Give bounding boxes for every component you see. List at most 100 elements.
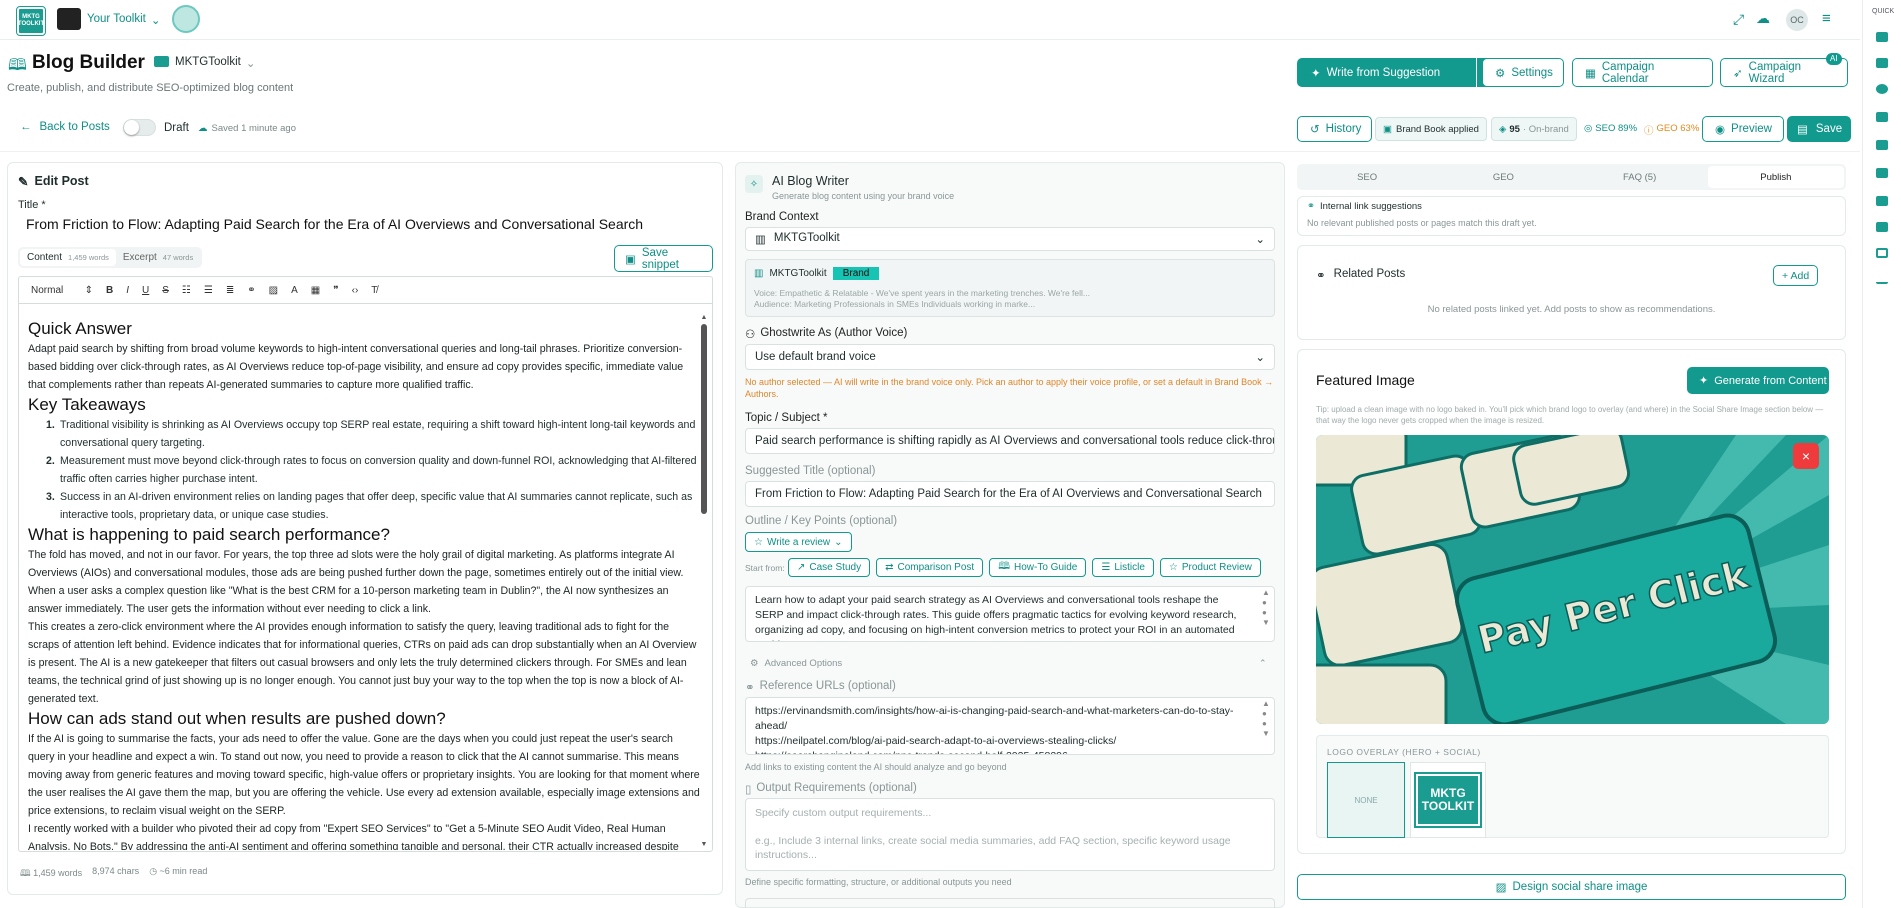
- ghostwrite-note: No author selected — AI will write in th…: [745, 377, 1274, 399]
- edit-icon: ✎: [18, 175, 29, 189]
- settings-button[interactable]: ⚙ Settings: [1482, 58, 1564, 87]
- editor-heading: Quick Answer: [28, 319, 132, 338]
- related-posts-title: ⚭ Related Posts: [1316, 268, 1406, 282]
- mail-list-icon[interactable]: [1876, 222, 1888, 232]
- suggested-title-input[interactable]: From Friction to Flow: Adapting Paid Sea…: [745, 481, 1275, 507]
- hat-icon[interactable]: ☁: [1756, 10, 1770, 27]
- editor-content[interactable]: Quick Answer Adapt paid search by shiftin…: [28, 318, 701, 850]
- title-input[interactable]: From Friction to Flow: Adapting Paid Sea…: [26, 216, 643, 232]
- menu-icon[interactable]: ≡: [1822, 10, 1831, 27]
- tab-publish[interactable]: Publish: [1707, 166, 1844, 188]
- outline-scrollbar[interactable]: ▲ ● ● ▼: [1262, 588, 1270, 628]
- highlight-icon[interactable]: ▦: [311, 285, 320, 296]
- tab-geo[interactable]: GEO: [1435, 166, 1571, 188]
- italic-icon[interactable]: I: [126, 285, 129, 296]
- calendar-icon: ▦: [1585, 67, 1596, 80]
- write-review-button[interactable]: ☆ Write a review ⌄: [745, 532, 852, 552]
- editor-list-item: 3. Success in an AI-driven environment re…: [46, 488, 701, 524]
- ghostwrite-select[interactable]: Use default brand voice ⌄: [745, 344, 1275, 370]
- chevron-down-icon: ⌄: [1255, 352, 1265, 364]
- book-icon[interactable]: [1876, 248, 1888, 258]
- quote-icon[interactable]: ❞: [333, 285, 338, 296]
- chip-comparison-post[interactable]: ⇄ Comparison Post: [876, 558, 984, 577]
- write-from-suggestion-button[interactable]: ✦ Write from Suggestion: [1297, 58, 1476, 87]
- generate-from-content-button[interactable]: ✦ Generate from Content: [1687, 367, 1829, 394]
- output-requirements-label: ▯ Output Requirements (optional): [745, 782, 917, 796]
- logo-option-none[interactable]: NONE: [1327, 762, 1405, 838]
- featured-image-graphic: Pay Per Click: [1316, 435, 1829, 724]
- list-text: Measurement must move beyond click-throu…: [60, 455, 697, 485]
- app-logo[interactable]: MKTG TOOLKIT: [16, 6, 46, 36]
- book-check-icon: ▣: [1383, 123, 1392, 135]
- history-button[interactable]: ↺ History: [1297, 116, 1372, 142]
- brand-context-select[interactable]: ▥ MKTGToolkit ⌄: [745, 227, 1275, 251]
- chip-listicle[interactable]: ☰ Listicle: [1092, 558, 1154, 577]
- image-icon: ▨: [1495, 882, 1507, 894]
- strike-icon[interactable]: S: [162, 285, 169, 296]
- link-icon: ⚭: [1316, 270, 1326, 282]
- bullet-list-icon[interactable]: ☰: [204, 285, 213, 296]
- clear-format-icon[interactable]: T̸: [371, 285, 377, 296]
- bold-icon[interactable]: B: [106, 285, 113, 296]
- expand-icon[interactable]: ⤢: [1733, 11, 1744, 28]
- ref-scrollbar[interactable]: ▲ ● ● ▼: [1262, 699, 1270, 739]
- brain-icon[interactable]: [172, 5, 200, 33]
- image-icon[interactable]: ▨: [269, 285, 278, 296]
- tab-content[interactable]: Content 1,459 words: [20, 249, 116, 266]
- design-social-share-button[interactable]: ▨ Design social share image: [1297, 874, 1846, 900]
- campaign-calendar-button[interactable]: ▦ Campaign Calendar: [1572, 58, 1713, 87]
- brain-icon[interactable]: [1876, 84, 1888, 94]
- seo-score[interactable]: ◎ SEO 89%: [1584, 123, 1637, 134]
- remove-image-button[interactable]: ×: [1793, 443, 1819, 469]
- read-time: ◷ ~6 min read: [149, 866, 208, 876]
- geo-score[interactable]: ⓘ GEO 63%: [1644, 123, 1699, 137]
- scroll-thumb[interactable]: [701, 324, 707, 514]
- save-snippet-button[interactable]: ▣ Save snippet: [614, 245, 713, 272]
- ordered-list-icon[interactable]: ☷: [182, 285, 191, 296]
- tab-seo[interactable]: SEO: [1299, 166, 1435, 188]
- editor-scrollbar[interactable]: ▲ ▼: [700, 314, 708, 848]
- brand-switcher[interactable]: MKTGToolkit ⌄: [175, 56, 255, 70]
- logo-option-mktg[interactable]: MKTG TOOLKIT: [1410, 762, 1486, 838]
- mail-icon[interactable]: [1876, 58, 1888, 68]
- tab-faq[interactable]: FAQ (5): [1572, 166, 1708, 188]
- editor-paragraph: Adapt paid search by shifting from broad…: [28, 343, 684, 391]
- reference-urls-label: ⚭ Reference URLs (optional): [745, 680, 896, 694]
- featured-image[interactable]: Pay Per Click: [1316, 435, 1829, 724]
- ai-writer-subtitle: Generate blog content using your brand v…: [772, 191, 955, 201]
- edit-post-header: ✎ Edit Post: [18, 174, 89, 189]
- toolkit-switcher[interactable]: Your Toolkit ⌄: [87, 13, 160, 27]
- code-icon[interactable]: ‹›: [352, 285, 359, 296]
- chevron-up-icon[interactable]: ⌃: [1259, 658, 1267, 669]
- link-icon[interactable]: ⚭: [247, 285, 255, 296]
- align-icon[interactable]: ≣: [226, 285, 234, 296]
- pen-icon[interactable]: [1876, 274, 1888, 284]
- chip-product-review[interactable]: ☆ Product Review: [1159, 558, 1261, 577]
- mail-icon[interactable]: [1876, 168, 1888, 178]
- avatar[interactable]: OC: [1786, 9, 1808, 31]
- draft-toggle[interactable]: [123, 119, 156, 136]
- preview-button[interactable]: ◉ Preview: [1702, 116, 1784, 142]
- editor-paragraph: The fold has moved, and not in our favor…: [28, 549, 684, 615]
- underline-icon[interactable]: U: [142, 285, 149, 296]
- reference-urls-textarea[interactable]: https://ervinandsmith.com/insights/how-a…: [745, 697, 1275, 755]
- advanced-options-toggle[interactable]: ⚙ Advanced Options: [750, 658, 842, 669]
- chip-how-to-guide[interactable]: 🕮 How-To Guide: [989, 558, 1087, 577]
- output-requirements-textarea[interactable]: Specify custom output requirements... e.g…: [745, 798, 1275, 871]
- tab-excerpt[interactable]: Excerpt 47 words: [116, 249, 200, 266]
- topic-input[interactable]: Paid search performance is shifting rapi…: [745, 428, 1275, 454]
- format-select[interactable]: Normal ⇕: [31, 285, 93, 296]
- chip-case-study[interactable]: ↗ Case Study: [788, 558, 871, 577]
- text-color-icon[interactable]: A: [291, 285, 298, 296]
- save-button[interactable]: ▤ Save: [1787, 116, 1851, 142]
- add-related-button[interactable]: + Add: [1773, 265, 1819, 286]
- mail-sparkle-icon[interactable]: [1876, 112, 1888, 122]
- outline-textarea[interactable]: Learn how to adapt your paid search stra…: [745, 586, 1275, 642]
- mail-sparkle-icon[interactable]: [1876, 140, 1888, 150]
- back-to-posts-link[interactable]: ← Back to Posts: [20, 121, 110, 133]
- image-icon[interactable]: [1876, 196, 1888, 206]
- thumbs-up-icon[interactable]: [1876, 32, 1888, 42]
- on-brand-score[interactable]: ◈ 95 · On-brand: [1491, 117, 1577, 141]
- brand-book-badge[interactable]: ▣ Brand Book applied: [1375, 117, 1487, 141]
- title-label: Title *: [18, 199, 46, 211]
